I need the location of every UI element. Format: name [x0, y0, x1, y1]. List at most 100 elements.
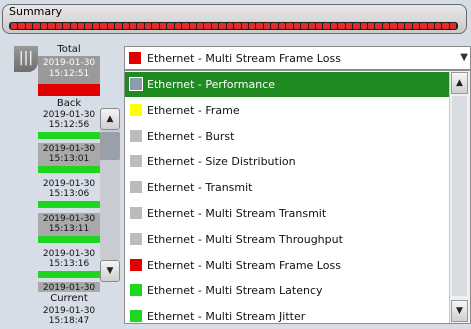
entry-date: 2019-01-30 — [42, 283, 96, 292]
summary-status-segment — [412, 23, 420, 29]
summary-status-segment — [286, 23, 293, 29]
view-option[interactable]: Ethernet - Multi Stream Frame Loss — [125, 253, 450, 278]
arrow-up-icon: ▲ — [456, 78, 463, 88]
view-option[interactable]: Ethernet - Performance — [125, 72, 450, 97]
option-color-swatch — [130, 284, 142, 297]
entry-time: 15:13:01 — [48, 154, 90, 164]
summary-status-segment — [271, 23, 278, 29]
summary-status-segment — [25, 23, 33, 29]
history-entry[interactable]: 2019-01-30 15:13:01 — [38, 143, 100, 173]
panel-grip-handle[interactable]: ||| — [14, 46, 38, 72]
summary-status-segment — [308, 23, 315, 29]
current-date: 2019-01-30 — [42, 306, 96, 316]
current-time: 15:18:47 — [48, 316, 90, 326]
summary-status-segment — [338, 23, 345, 29]
current-timestamp: 2019-01-30 15:18:47 — [38, 306, 100, 326]
summary-status-segment — [368, 23, 375, 29]
total-date: 2019-01-30 — [42, 58, 96, 68]
summary-status-segment — [249, 23, 256, 29]
list-scrollbar[interactable]: ▲ ▼ — [449, 71, 470, 323]
option-color-swatch — [130, 103, 142, 116]
list-scroll-up-button[interactable]: ▲ — [451, 72, 468, 94]
option-label: Ethernet - Multi Stream Frame Loss — [147, 258, 341, 272]
summary-status-segment — [196, 23, 204, 29]
timeline-scroll-down-button[interactable]: ▼ — [100, 260, 120, 282]
summary-status-segment — [152, 23, 159, 29]
history-entry-partial[interactable]: 2019-01-30 — [38, 282, 100, 292]
view-option[interactable]: Ethernet - Frame — [125, 98, 450, 123]
view-option[interactable]: Ethernet - Multi Stream Transmit — [125, 201, 450, 226]
entry-date: 2019-01-30 — [42, 179, 96, 189]
summary-status-segment — [63, 23, 70, 29]
summary-status-segment — [182, 23, 189, 29]
timeline-scroll-up-button[interactable]: ▲ — [100, 108, 120, 130]
selected-view-label: Ethernet - Multi Stream Frame Loss — [147, 52, 341, 65]
option-color-swatch — [130, 310, 142, 323]
entry-time: 15:13:11 — [48, 224, 90, 234]
summary-status-segment — [219, 23, 226, 29]
option-label: Ethernet - Burst — [147, 129, 235, 143]
history-entry[interactable]: 2019-01-30 15:13:06 — [38, 178, 100, 208]
summary-status-segment — [85, 23, 92, 29]
entry-date: 2019-01-30 — [42, 214, 96, 224]
summary-status-segment — [345, 23, 353, 29]
summary-status-segment — [442, 23, 449, 29]
summary-status-segment — [189, 23, 196, 29]
summary-status-segment — [330, 23, 338, 29]
option-label: Ethernet - Transmit — [147, 181, 253, 195]
total-label: Total — [57, 44, 81, 55]
summary-status-segment — [92, 23, 100, 29]
summary-status-segment — [130, 23, 137, 29]
history-entry[interactable]: 2019-01-30 15:12:56 — [38, 109, 100, 139]
timeline-panel: Total 2019-01-30 15:12:51 Back 2019-01-3… — [38, 42, 122, 329]
summary-status-segment — [434, 23, 442, 29]
timeline-scroll-thumb[interactable] — [100, 132, 120, 160]
summary-title: Summary — [9, 5, 63, 18]
view-option[interactable]: Ethernet - Multi Stream Latency — [125, 278, 450, 303]
option-color-swatch — [130, 207, 142, 219]
option-label: Ethernet - Frame — [147, 103, 240, 117]
total-entry[interactable]: 2019-01-30 15:12:51 — [38, 56, 100, 96]
summary-status-track — [9, 22, 458, 30]
summary-status-segment — [301, 23, 308, 29]
chevron-down-icon[interactable]: ▼ — [460, 52, 468, 63]
back-label: Back — [56, 98, 82, 109]
option-color-swatch — [130, 258, 142, 271]
summary-status-segment — [11, 23, 18, 29]
entry-date: 2019-01-30 — [42, 249, 96, 259]
summary-status-segment — [122, 23, 129, 29]
summary-status-segment — [390, 23, 397, 29]
selected-color-swatch — [129, 52, 141, 64]
history-entry[interactable]: 2019-01-30 15:13:16 — [38, 248, 100, 278]
view-option[interactable]: Ethernet - Multi Stream Throughput — [125, 227, 450, 252]
view-option[interactable]: Ethernet - Transmit — [125, 175, 450, 200]
summary-status-segment — [115, 23, 122, 29]
view-option[interactable]: Ethernet - Multi Stream Jitter — [125, 304, 450, 329]
summary-status-segment — [241, 23, 248, 29]
summary-status-segment — [70, 23, 77, 29]
option-label: Ethernet - Multi Stream Throughput — [147, 232, 343, 246]
arrow-down-icon: ▼ — [456, 306, 463, 316]
summary-panel: Summary — [2, 4, 467, 34]
summary-status-segment — [323, 23, 330, 29]
view-option[interactable]: Ethernet - Size Distribution — [125, 149, 450, 174]
option-label: Ethernet - Multi Stream Transmit — [147, 207, 327, 220]
list-scroll-thumb[interactable] — [452, 96, 467, 296]
summary-status-segment — [48, 23, 55, 29]
summary-status-segment — [405, 23, 412, 29]
summary-status-segment — [167, 23, 174, 29]
entry-date: 2019-01-30 — [42, 110, 96, 120]
summary-status-segment — [174, 23, 182, 29]
summary-status-segment — [226, 23, 234, 29]
summary-status-segment — [449, 23, 457, 29]
view-select-dropdown[interactable]: Ethernet - Multi Stream Frame Loss ▼ — [124, 46, 471, 70]
summary-status-segment — [144, 23, 152, 29]
option-label: Ethernet - Multi Stream Jitter — [147, 310, 306, 324]
entry-status-bar — [38, 271, 100, 278]
entry-time: 15:12:56 — [48, 120, 90, 130]
summary-status-segment — [159, 23, 167, 29]
list-scroll-down-button[interactable]: ▼ — [451, 300, 468, 322]
history-entry[interactable]: 2019-01-30 15:13:11 — [38, 213, 100, 243]
view-option[interactable]: Ethernet - Burst — [125, 124, 450, 149]
summary-status-segment — [77, 23, 85, 29]
